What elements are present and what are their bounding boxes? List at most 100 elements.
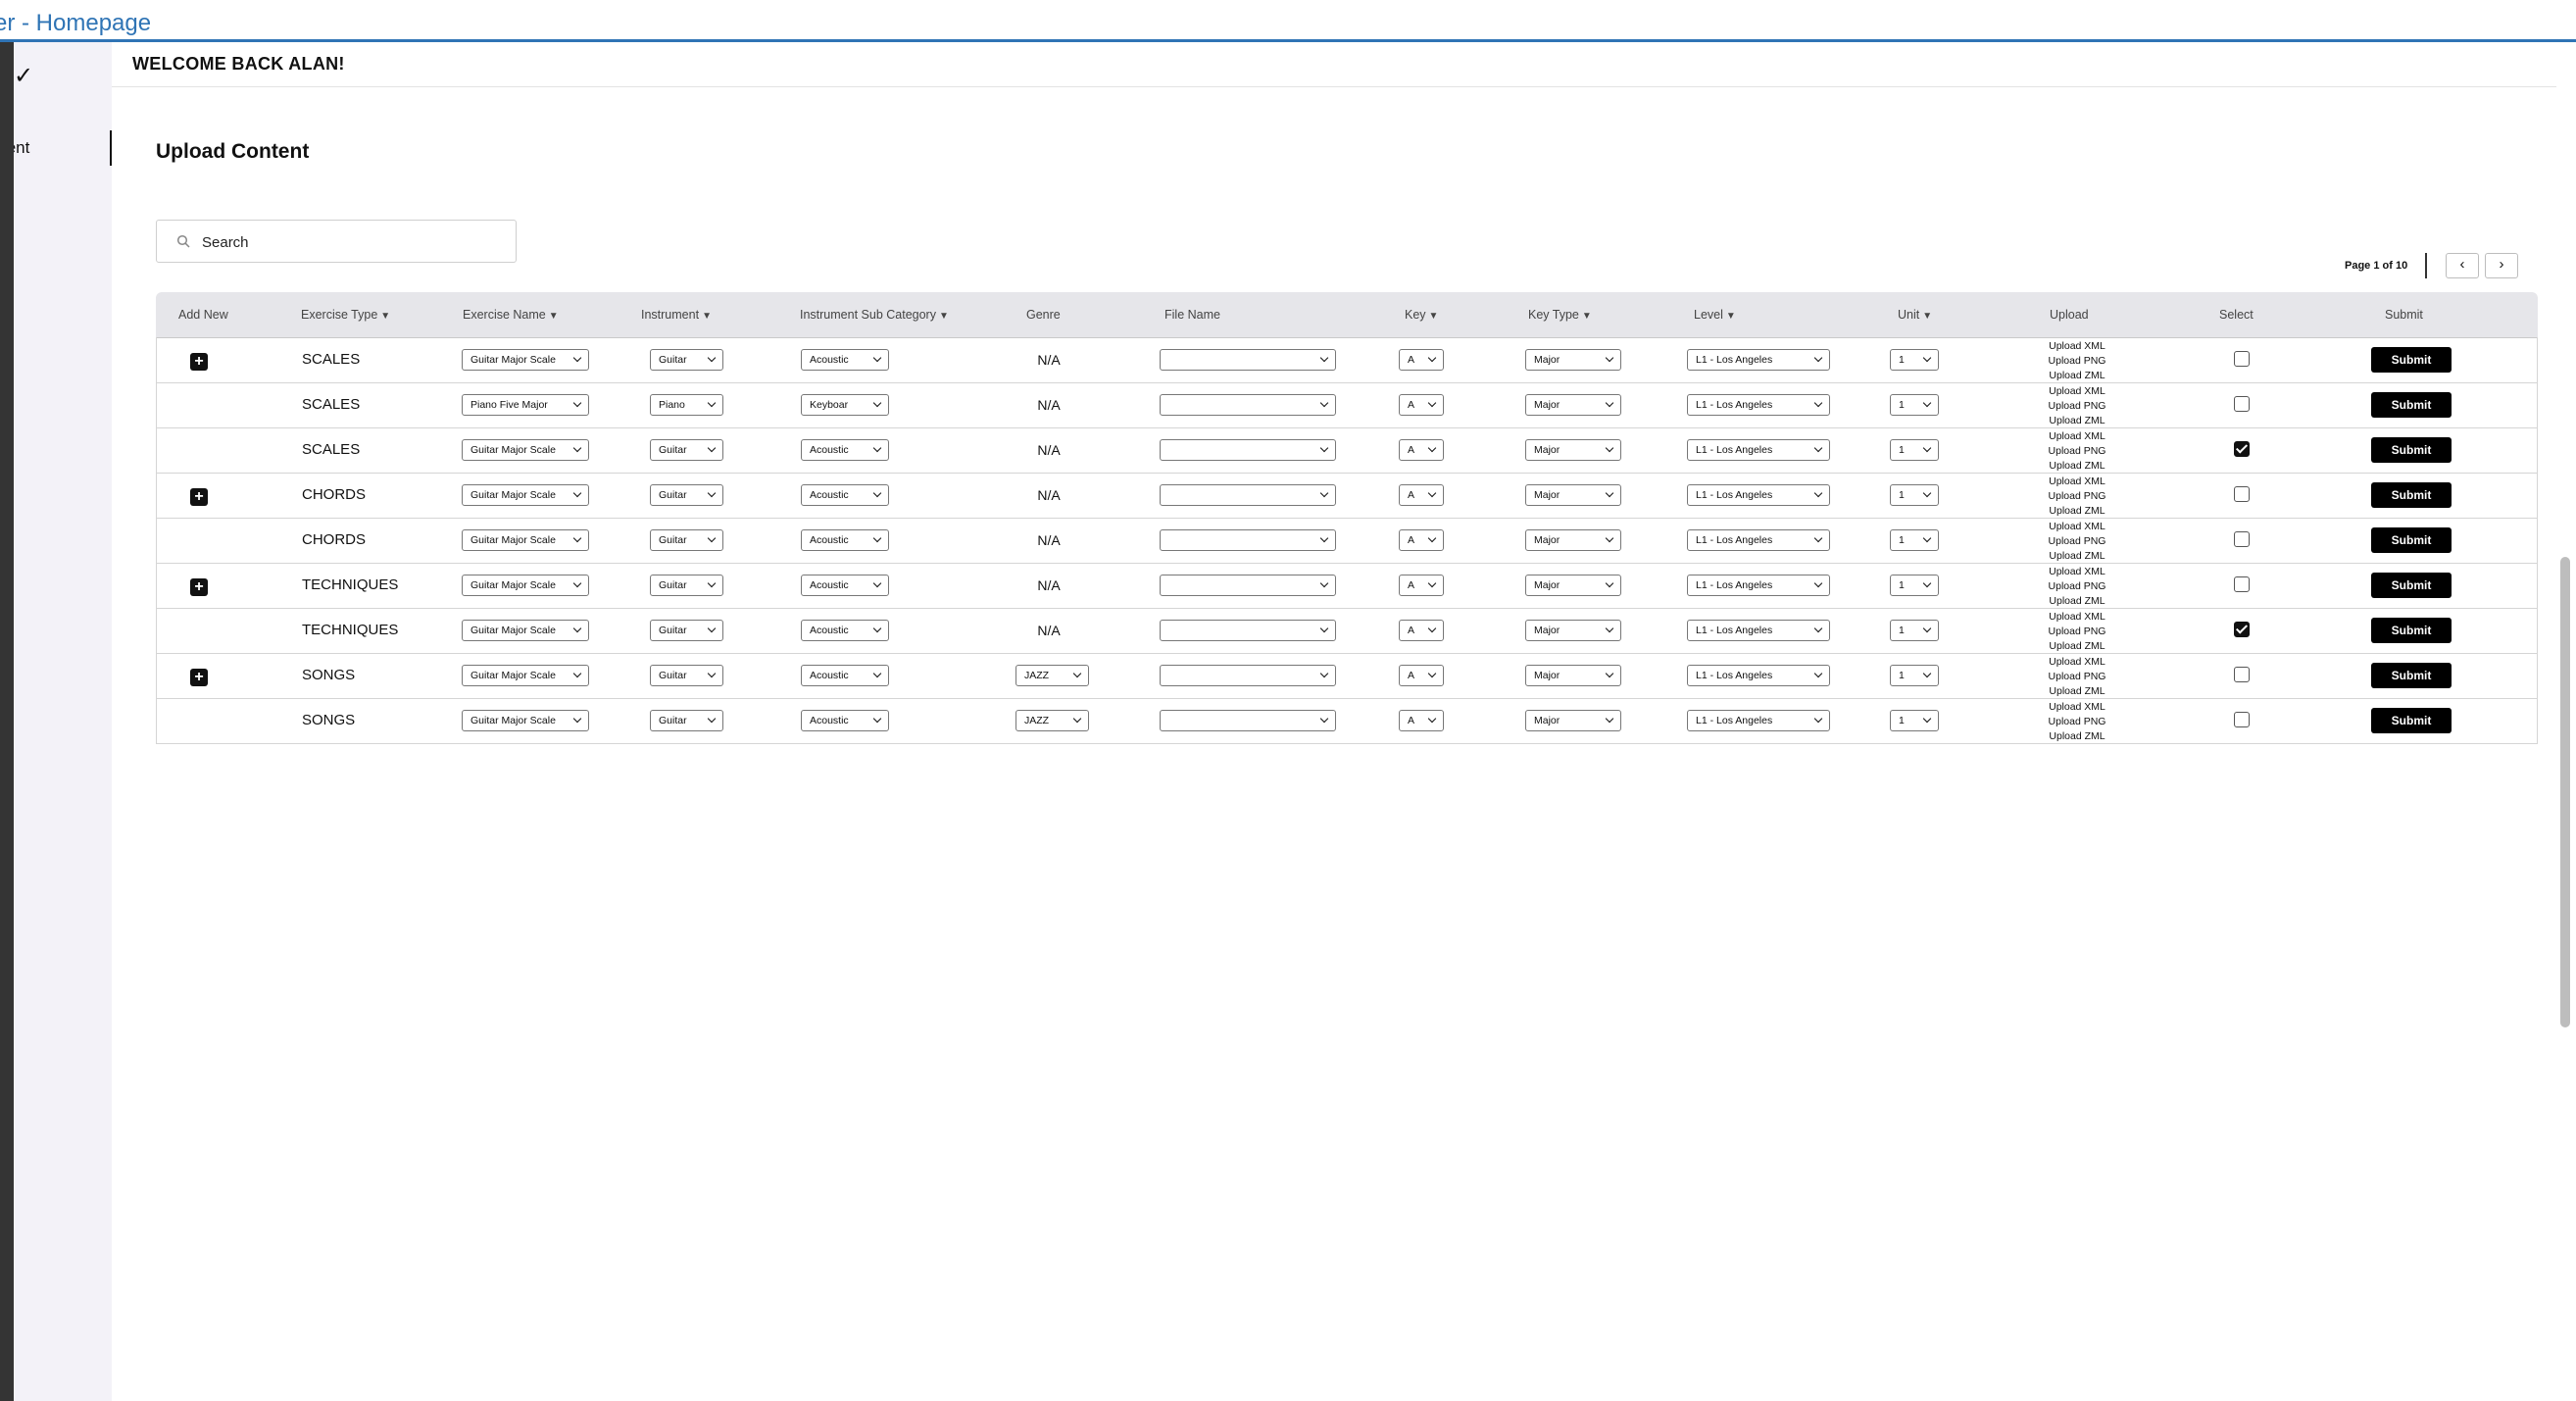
upload-zml-link[interactable]: Upload ZML — [2039, 639, 2115, 654]
upload-zml-link[interactable]: Upload ZML — [2039, 684, 2115, 699]
genre-select[interactable]: JAZZ — [1016, 710, 1089, 731]
file-name-select[interactable] — [1160, 349, 1336, 371]
key-type-select[interactable]: Major — [1525, 665, 1621, 686]
unit-select[interactable]: 1 — [1890, 710, 1939, 731]
search-box[interactable] — [156, 220, 517, 263]
instrument-sub-category-select[interactable]: Acoustic — [801, 439, 889, 461]
upload-png-link[interactable]: Upload PNG — [2039, 489, 2115, 504]
key-select[interactable]: A — [1399, 439, 1444, 461]
submit-button[interactable]: Submit — [2371, 527, 2452, 553]
scrollbar-thumb[interactable] — [2560, 557, 2570, 1027]
select-checkbox[interactable] — [2234, 351, 2250, 367]
instrument-select[interactable]: Guitar — [650, 665, 723, 686]
instrument-select[interactable]: Guitar — [650, 620, 723, 641]
instrument-select[interactable]: Guitar — [650, 710, 723, 731]
upload-png-link[interactable]: Upload PNG — [2039, 625, 2115, 639]
upload-png-link[interactable]: Upload PNG — [2039, 444, 2115, 459]
file-name-select[interactable] — [1160, 439, 1336, 461]
file-name-select[interactable] — [1160, 529, 1336, 551]
sidebar-item-upload-content[interactable]: tent — [14, 130, 112, 166]
unit-select[interactable]: 1 — [1890, 620, 1939, 641]
key-select[interactable]: A — [1399, 710, 1444, 731]
submit-button[interactable]: Submit — [2371, 618, 2452, 643]
key-type-select[interactable]: Major — [1525, 620, 1621, 641]
select-checkbox[interactable] — [2234, 712, 2250, 727]
select-checkbox[interactable] — [2234, 441, 2250, 457]
level-select[interactable]: L1 - Los Angeles — [1687, 484, 1830, 506]
upload-zml-link[interactable]: Upload ZML — [2039, 504, 2115, 519]
upload-png-link[interactable]: Upload PNG — [2039, 670, 2115, 684]
upload-xml-link[interactable]: Upload XML — [2039, 700, 2115, 715]
upload-png-link[interactable]: Upload PNG — [2039, 399, 2115, 414]
submit-button[interactable]: Submit — [2371, 708, 2452, 733]
upload-xml-link[interactable]: Upload XML — [2039, 565, 2115, 579]
file-name-select[interactable] — [1160, 665, 1336, 686]
exercise-name-select[interactable]: Piano Five Major — [462, 394, 589, 416]
instrument-sub-category-select[interactable]: Acoustic — [801, 665, 889, 686]
unit-select[interactable]: 1 — [1890, 484, 1939, 506]
exercise-name-select[interactable]: Guitar Major Scale — [462, 665, 589, 686]
key-select[interactable]: A — [1399, 394, 1444, 416]
prev-page-button[interactable]: ‹ — [2446, 253, 2479, 278]
select-checkbox[interactable] — [2234, 396, 2250, 412]
upload-zml-link[interactable]: Upload ZML — [2039, 369, 2115, 383]
select-checkbox[interactable] — [2234, 531, 2250, 547]
unit-select[interactable]: 1 — [1890, 665, 1939, 686]
upload-xml-link[interactable]: Upload XML — [2039, 475, 2115, 489]
instrument-sub-category-select[interactable]: Keyboar — [801, 394, 889, 416]
add-new-button[interactable]: + — [190, 353, 208, 371]
instrument-select[interactable]: Guitar — [650, 575, 723, 596]
upload-xml-link[interactable]: Upload XML — [2039, 520, 2115, 534]
col-instrument-sub-category[interactable]: Instrument Sub Category ▼ — [800, 292, 949, 337]
col-level[interactable]: Level ▼ — [1694, 292, 1736, 337]
exercise-name-select[interactable]: Guitar Major Scale — [462, 710, 589, 731]
instrument-select[interactable]: Guitar — [650, 439, 723, 461]
upload-png-link[interactable]: Upload PNG — [2039, 354, 2115, 369]
upload-xml-link[interactable]: Upload XML — [2039, 339, 2115, 354]
add-new-button[interactable]: + — [190, 669, 208, 686]
select-checkbox[interactable] — [2234, 667, 2250, 682]
upload-xml-link[interactable]: Upload XML — [2039, 610, 2115, 625]
submit-button[interactable]: Submit — [2371, 347, 2452, 373]
unit-select[interactable]: 1 — [1890, 529, 1939, 551]
upload-zml-link[interactable]: Upload ZML — [2039, 549, 2115, 564]
instrument-sub-category-select[interactable]: Acoustic — [801, 349, 889, 371]
file-name-select[interactable] — [1160, 710, 1336, 731]
key-type-select[interactable]: Major — [1525, 484, 1621, 506]
unit-select[interactable]: 1 — [1890, 575, 1939, 596]
col-unit[interactable]: Unit ▼ — [1898, 292, 1932, 337]
instrument-sub-category-select[interactable]: Acoustic — [801, 710, 889, 731]
file-name-select[interactable] — [1160, 620, 1336, 641]
key-select[interactable]: A — [1399, 665, 1444, 686]
key-select[interactable]: A — [1399, 349, 1444, 371]
exercise-name-select[interactable]: Guitar Major Scale — [462, 529, 589, 551]
exercise-name-select[interactable]: Guitar Major Scale — [462, 349, 589, 371]
col-exercise-name[interactable]: Exercise Name ▼ — [463, 292, 559, 337]
next-page-button[interactable]: › — [2485, 253, 2518, 278]
exercise-name-select[interactable]: Guitar Major Scale — [462, 620, 589, 641]
upload-zml-link[interactable]: Upload ZML — [2039, 414, 2115, 428]
upload-xml-link[interactable]: Upload XML — [2039, 384, 2115, 399]
genre-select[interactable]: JAZZ — [1016, 665, 1089, 686]
submit-button[interactable]: Submit — [2371, 437, 2452, 463]
key-type-select[interactable]: Major — [1525, 710, 1621, 731]
instrument-select[interactable]: Guitar — [650, 349, 723, 371]
level-select[interactable]: L1 - Los Angeles — [1687, 439, 1830, 461]
instrument-sub-category-select[interactable]: Acoustic — [801, 529, 889, 551]
upload-png-link[interactable]: Upload PNG — [2039, 579, 2115, 594]
key-select[interactable]: A — [1399, 575, 1444, 596]
submit-button[interactable]: Submit — [2371, 392, 2452, 418]
level-select[interactable]: L1 - Los Angeles — [1687, 665, 1830, 686]
upload-zml-link[interactable]: Upload ZML — [2039, 594, 2115, 609]
unit-select[interactable]: 1 — [1890, 349, 1939, 371]
level-select[interactable]: L1 - Los Angeles — [1687, 620, 1830, 641]
key-type-select[interactable]: Major — [1525, 575, 1621, 596]
upload-zml-link[interactable]: Upload ZML — [2039, 459, 2115, 474]
file-name-select[interactable] — [1160, 575, 1336, 596]
submit-button[interactable]: Submit — [2371, 573, 2452, 598]
unit-select[interactable]: 1 — [1890, 439, 1939, 461]
level-select[interactable]: L1 - Los Angeles — [1687, 529, 1830, 551]
level-select[interactable]: L1 - Los Angeles — [1687, 349, 1830, 371]
submit-button[interactable]: Submit — [2371, 482, 2452, 508]
exercise-name-select[interactable]: Guitar Major Scale — [462, 439, 589, 461]
